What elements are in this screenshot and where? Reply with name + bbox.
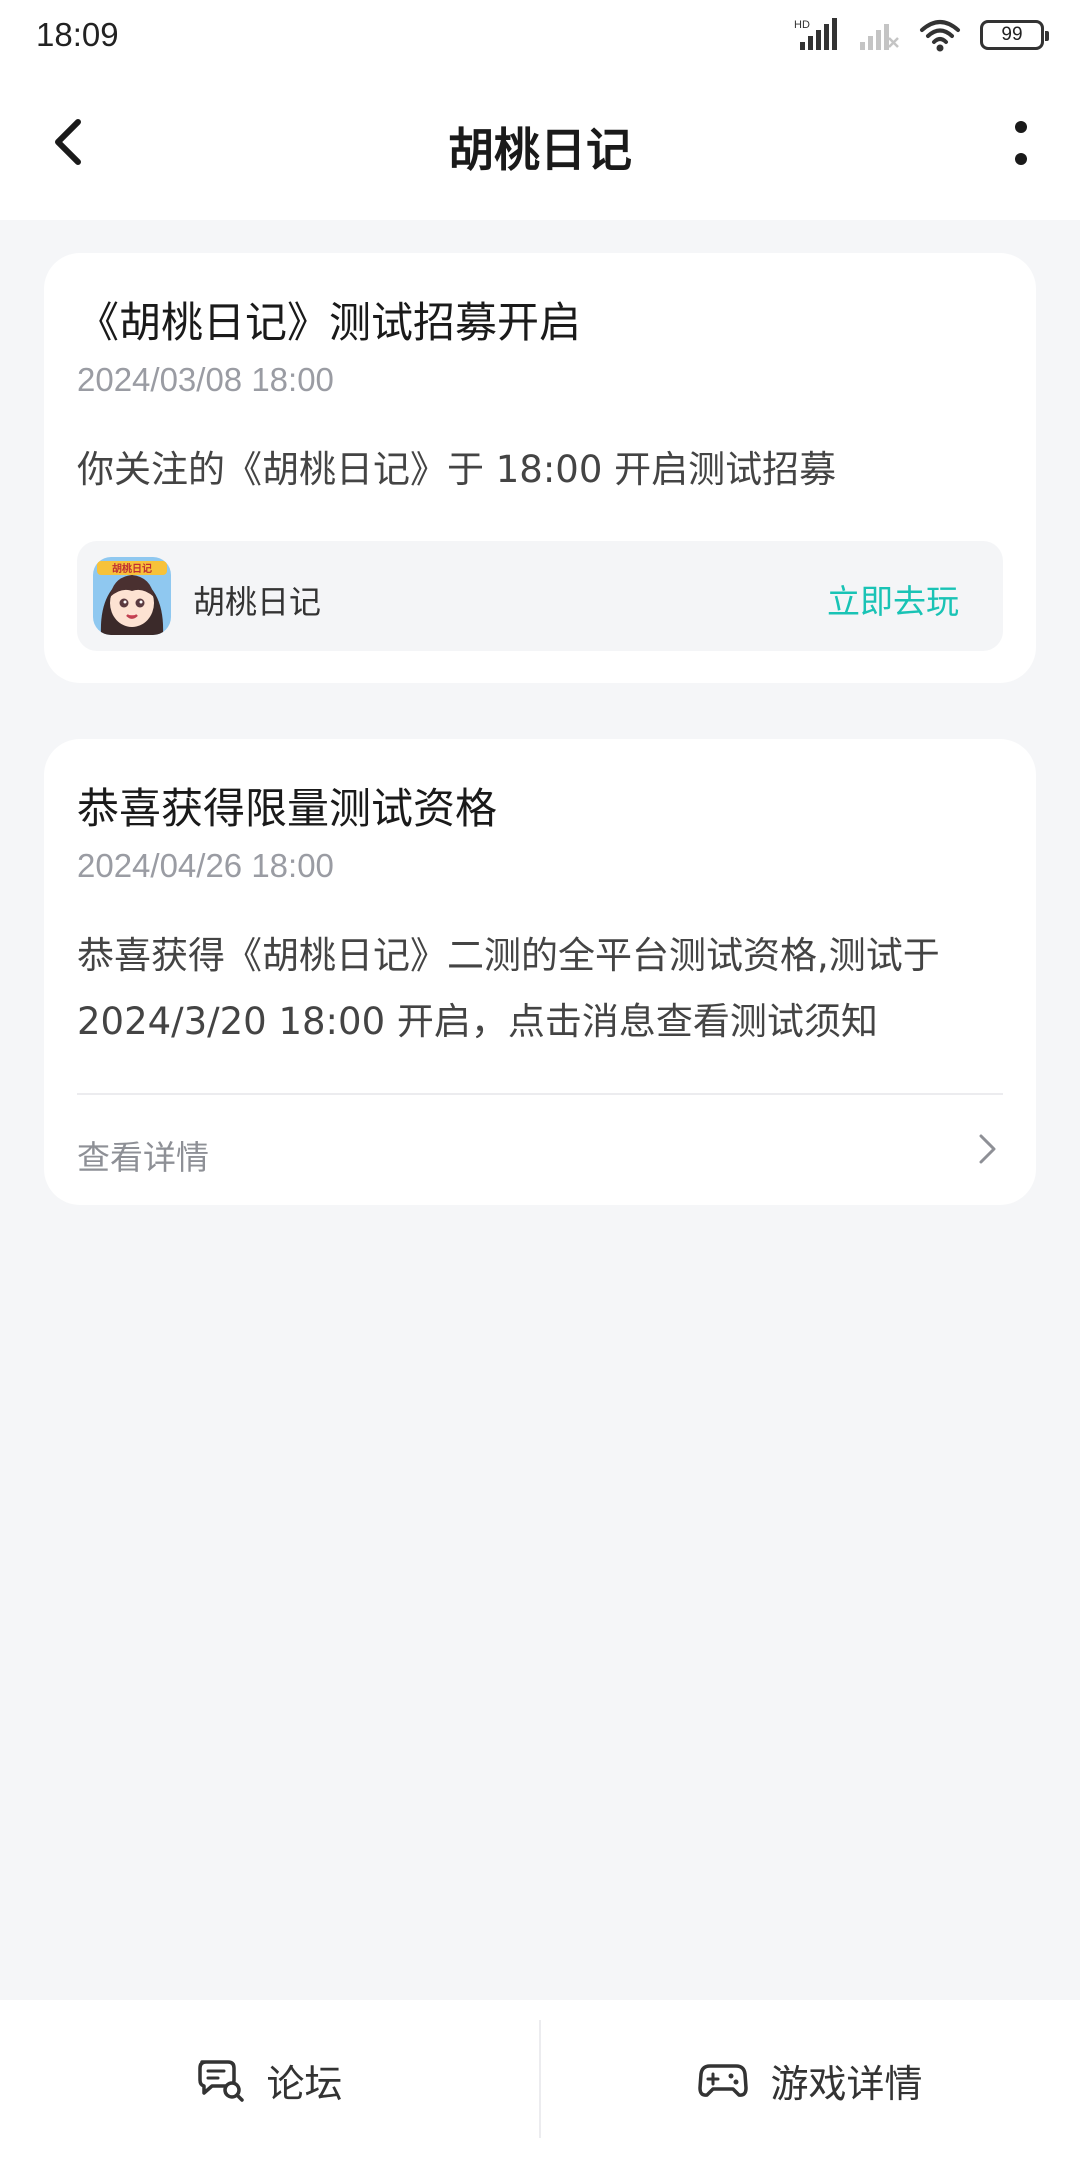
play-now-button[interactable]: 立即去玩 bbox=[827, 575, 959, 623]
more-options-icon[interactable] bbox=[1006, 115, 1036, 171]
game-detail-tab-label: 游戏详情 bbox=[770, 2061, 923, 2106]
view-details-link[interactable]: 查看详情 bbox=[77, 1131, 209, 1179]
svg-text:胡桃日记: 胡桃日记 bbox=[112, 562, 152, 575]
forum-chat-icon bbox=[198, 2060, 245, 2102]
signal-hd-icon: HD bbox=[794, 18, 837, 50]
battery-icon: 99 bbox=[980, 20, 1049, 50]
status-bar: 18:09 HD 99 bbox=[0, 0, 1080, 70]
card-body: 你关注的《胡桃日记》于 18:00 开启测试招募 bbox=[77, 448, 837, 491]
battery-level: 99 bbox=[1001, 24, 1023, 45]
status-time: 18:09 bbox=[36, 16, 119, 53]
message-card-recruitment[interactable]: 《胡桃日记》测试招募开启 2024/03/08 18:00 你关注的《胡桃日记》… bbox=[44, 253, 1036, 683]
bottom-nav: 论坛 游戏详情 bbox=[0, 2000, 1080, 2160]
card-title: 《胡桃日记》测试招募开启 bbox=[77, 298, 582, 347]
divider bbox=[77, 1093, 1003, 1095]
message-card-test-qualification[interactable]: 恭喜获得限量测试资格 2024/04/26 18:00 恭喜获得《胡桃日记》二测… bbox=[44, 739, 1036, 1205]
page-title: 胡桃日记 bbox=[448, 123, 632, 177]
game-detail-tab[interactable]: 游戏详情 bbox=[541, 2000, 1080, 2160]
header: 胡桃日记 bbox=[0, 70, 1080, 220]
signal-empty-icon bbox=[860, 24, 899, 50]
game-entry[interactable]: 胡桃日记 胡桃日记 立即去玩 bbox=[77, 541, 1003, 651]
game-app-icon[interactable]: 胡桃日记 bbox=[93, 557, 171, 635]
gamepad-icon bbox=[698, 2064, 749, 2097]
svg-text:HD: HD bbox=[794, 19, 810, 31]
card-date: 2024/04/26 18:00 bbox=[77, 847, 334, 884]
forum-tab[interactable]: 论坛 bbox=[0, 2000, 539, 2160]
forum-tab-label: 论坛 bbox=[266, 2061, 343, 2106]
card-body-line-2: 2024/3/20 18:00 开启，点击消息查看测试须知 bbox=[77, 1000, 878, 1043]
chevron-right-icon[interactable] bbox=[976, 1131, 1000, 1167]
wifi-icon bbox=[920, 20, 960, 52]
card-body-line-1: 恭喜获得《胡桃日记》二测的全平台测试资格,测试于 bbox=[77, 934, 940, 977]
game-name: 胡桃日记 bbox=[193, 583, 322, 621]
status-icons: HD 99 bbox=[794, 18, 1049, 52]
card-title: 恭喜获得限量测试资格 bbox=[77, 784, 498, 833]
card-date: 2024/03/08 18:00 bbox=[77, 361, 334, 398]
